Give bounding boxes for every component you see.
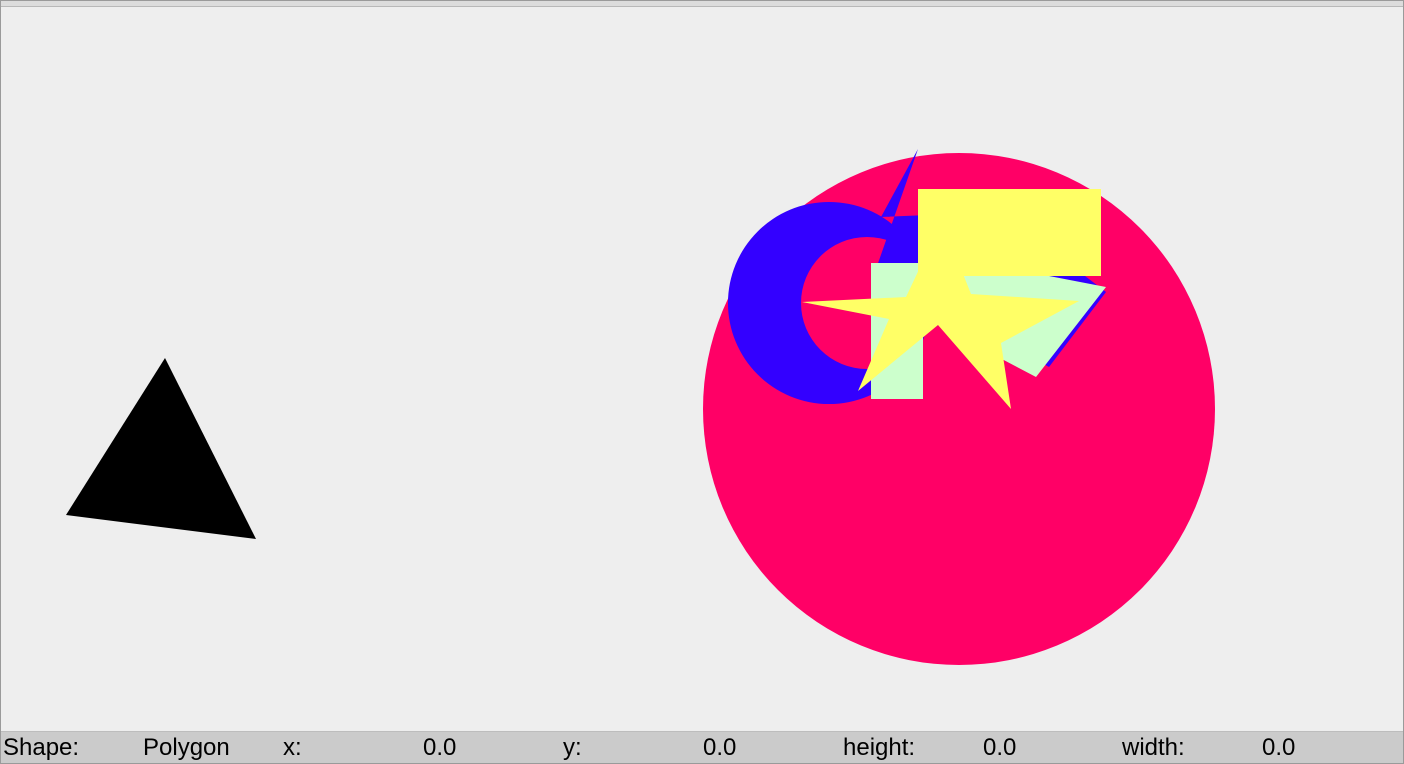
width-label: width: bbox=[1122, 734, 1185, 761]
x-value: 0.0 bbox=[423, 734, 457, 761]
y-value: 0.0 bbox=[703, 734, 737, 761]
shape-label: Shape: bbox=[3, 734, 80, 761]
height-label: height: bbox=[843, 734, 916, 761]
width-value: 0.0 bbox=[1262, 734, 1296, 761]
y-label: y: bbox=[563, 734, 582, 761]
black-triangle[interactable] bbox=[66, 358, 256, 539]
shape-value: Polygon bbox=[143, 734, 230, 761]
drawing-canvas[interactable] bbox=[1, 7, 1403, 731]
app-window: Shape: Polygon x: 0.0 y: 0.0 height: 0.0… bbox=[0, 0, 1404, 764]
height-value: 0.0 bbox=[983, 734, 1017, 761]
status-bar: Shape: Polygon x: 0.0 y: 0.0 height: 0.0… bbox=[1, 731, 1403, 763]
shapes-svg bbox=[66, 149, 1215, 665]
x-label: x: bbox=[283, 734, 302, 761]
